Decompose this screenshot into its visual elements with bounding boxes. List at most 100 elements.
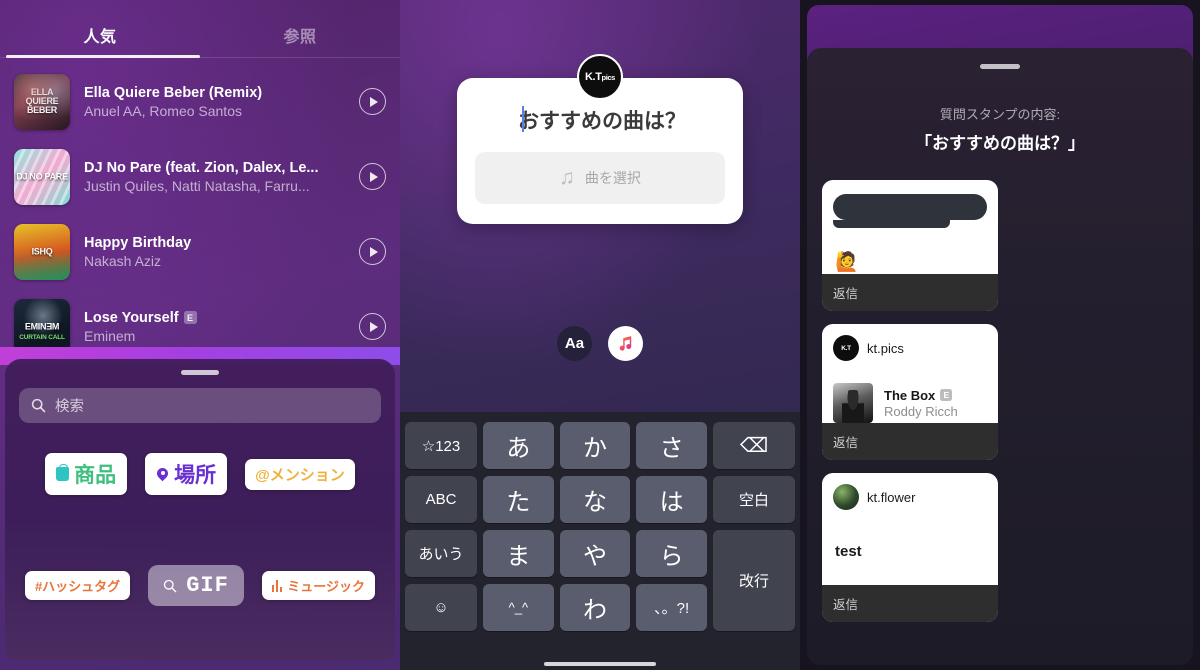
track-artist: Eminem — [84, 327, 136, 344]
play-icon[interactable] — [359, 313, 386, 340]
reply-button[interactable]: 返信 — [822, 423, 998, 460]
track-artist: Justin Quiles, Natti Natasha, Farru... — [84, 177, 310, 194]
play-icon[interactable] — [359, 163, 386, 190]
sticker-hashtag[interactable]: #ハッシュタグ — [24, 571, 131, 600]
avatar-label: K.T — [585, 71, 602, 83]
key-kaomoji[interactable]: ^_^ — [483, 584, 554, 631]
key-ya[interactable]: や — [559, 530, 631, 577]
track-artist: Anuel AA, Romeo Santos — [84, 102, 242, 119]
panel-question-responses: 質問スタンプの内容: 「おすすめの曲は？」 🙋 返信 K.T kt.pics T… — [800, 0, 1200, 670]
sticker-hashtag-label: #ハッシュタグ — [34, 579, 121, 594]
avatar — [833, 484, 859, 510]
track-title: Happy Birthday — [84, 235, 359, 251]
track-title: Ella Quiere Beber (Remix) — [84, 85, 359, 101]
key-a[interactable]: あ — [483, 422, 554, 469]
track-title-text: Ella Quiere Beber (Remix) — [84, 84, 263, 101]
key-na[interactable]: な — [559, 476, 631, 523]
track-meta: Happy Birthday Nakash Aziz — [84, 235, 359, 269]
song-picker-label: 曲を選択 — [584, 170, 641, 186]
song-title: The Box E — [884, 388, 958, 403]
key-punctuation[interactable]: 、。?! — [636, 584, 707, 631]
album-art-label: ELLA QUIERE BEBER — [25, 86, 59, 116]
response-song[interactable]: The Box E Roddy Ricch — [833, 383, 987, 423]
key-kana[interactable]: あいう — [405, 530, 477, 577]
play-icon[interactable] — [359, 88, 386, 115]
track-title: DJ No Pare (feat. Zion, Dalex, Le... — [84, 160, 359, 176]
avatar-label: K.T — [841, 344, 851, 352]
sticker-music-label: ミュージック — [287, 579, 366, 594]
backspace-icon[interactable]: ⌫ — [712, 422, 795, 469]
question-sticker-card[interactable]: K.T pics おすすめの曲は？ ♫ 曲を選択 — [457, 54, 743, 224]
list-item[interactable]: kt.flower test 返信 — [822, 473, 998, 622]
table-row[interactable]: ISHQ Happy Birthday Nakash Aziz — [0, 214, 400, 289]
tab-popular[interactable]: 人気 — [0, 23, 200, 58]
sticker-gif[interactable]: GIF — [148, 565, 244, 606]
table-row[interactable]: ELLA QUIERE BEBER Ella Quiere Beber (Rem… — [0, 64, 400, 139]
response-emoji: 🙋 — [835, 252, 859, 273]
track-meta: Ella Quiere Beber (Remix) Anuel AA, Rome… — [84, 85, 359, 119]
response-body: 🙋 — [822, 180, 998, 274]
track-title: Lose Yourself E — [84, 310, 359, 326]
redaction-overlay — [833, 194, 987, 220]
response-header: kt.flower — [833, 484, 987, 510]
song-title-text: The Box — [884, 387, 936, 403]
response-username[interactable]: kt.pics — [867, 341, 904, 356]
response-header: K.T kt.pics — [833, 335, 987, 361]
key-space[interactable]: 空白 — [712, 476, 795, 523]
emoji-icon[interactable]: ☺ — [405, 584, 477, 631]
sticker-location[interactable]: 場所 — [145, 453, 228, 495]
sticker-music[interactable]: ミュージック — [261, 571, 376, 600]
music-note-icon — [619, 336, 632, 351]
key-wa[interactable]: わ — [559, 584, 631, 631]
album-art-label: ISHQ — [31, 245, 53, 256]
sticker-product[interactable]: 商品 — [45, 453, 128, 495]
sticker-row-2: #ハッシュタグ GIF ミュージック — [5, 565, 395, 606]
reply-button[interactable]: 返信 — [822, 274, 998, 311]
question-text: おすすめの曲は？ — [518, 110, 686, 133]
drag-handle[interactable] — [181, 370, 219, 375]
album-art-sublabel: CURTAIN CALL — [19, 333, 65, 341]
keyboard-grid: ☆123 あ か さ ⌫ ABC た な は 空白 あいう ま や ら 改行 ☺… — [405, 422, 795, 631]
sticker-mention[interactable]: @メンション — [245, 458, 355, 490]
response-body: kt.flower test — [822, 473, 998, 585]
song-artist: Roddy Ricch — [884, 403, 958, 419]
mode-text-button[interactable]: Aa — [557, 326, 592, 361]
question-input[interactable]: おすすめの曲は？ — [475, 105, 725, 135]
track-list: ELLA QUIERE BEBER Ella Quiere Beber (Rem… — [0, 58, 400, 364]
key-symbols[interactable]: ☆123 — [405, 422, 477, 469]
tab-active-underline — [6, 55, 200, 58]
song-picker-button[interactable]: ♫ 曲を選択 — [475, 152, 725, 204]
key-ra[interactable]: ら — [636, 530, 707, 577]
key-ka[interactable]: か — [559, 422, 631, 469]
response-text: test — [835, 543, 862, 560]
list-item[interactable]: K.T kt.pics The Box E Roddy Ricch 返信 — [822, 324, 998, 460]
text-caret — [522, 106, 524, 132]
sticker-mode-toggle: Aa — [400, 326, 800, 361]
explicit-badge: E — [940, 389, 953, 401]
reply-button[interactable]: 返信 — [822, 585, 998, 622]
mode-music-button[interactable] — [608, 326, 643, 361]
sticker-row-1: 商品 場所 @メンション — [5, 453, 395, 495]
shopping-bag-icon — [56, 464, 70, 481]
key-sa[interactable]: さ — [636, 422, 707, 469]
japanese-keyboard: ☆123 あ か さ ⌫ ABC た な は 空白 あいう ま や ら 改行 ☺… — [400, 412, 800, 670]
key-ma[interactable]: ま — [483, 530, 554, 577]
track-title-text: DJ No Pare (feat. Zion, Dalex, Le... — [84, 159, 319, 176]
tab-browse[interactable]: 参照 — [200, 23, 400, 58]
drag-handle[interactable] — [980, 64, 1020, 69]
avatar: K.T — [833, 335, 859, 361]
list-item[interactable]: 🙋 返信 — [822, 180, 998, 311]
track-title-text: Lose Yourself — [84, 309, 179, 326]
sticker-mention-label: @メンション — [255, 466, 345, 484]
table-row[interactable]: DJ NO PARE DJ No Pare (feat. Zion, Dalex… — [0, 139, 400, 214]
search-input[interactable]: 検索 — [19, 388, 381, 423]
search-icon — [31, 398, 46, 413]
play-icon[interactable] — [359, 238, 386, 265]
responses-subtitle: 質問スタンプの内容: — [939, 107, 1061, 122]
key-return[interactable]: 改行 — [712, 530, 795, 631]
key-ha[interactable]: は — [636, 476, 707, 523]
response-username[interactable]: kt.flower — [867, 490, 915, 505]
key-ta[interactable]: た — [483, 476, 554, 523]
key-abc[interactable]: ABC — [405, 476, 477, 523]
location-pin-icon — [156, 468, 169, 481]
